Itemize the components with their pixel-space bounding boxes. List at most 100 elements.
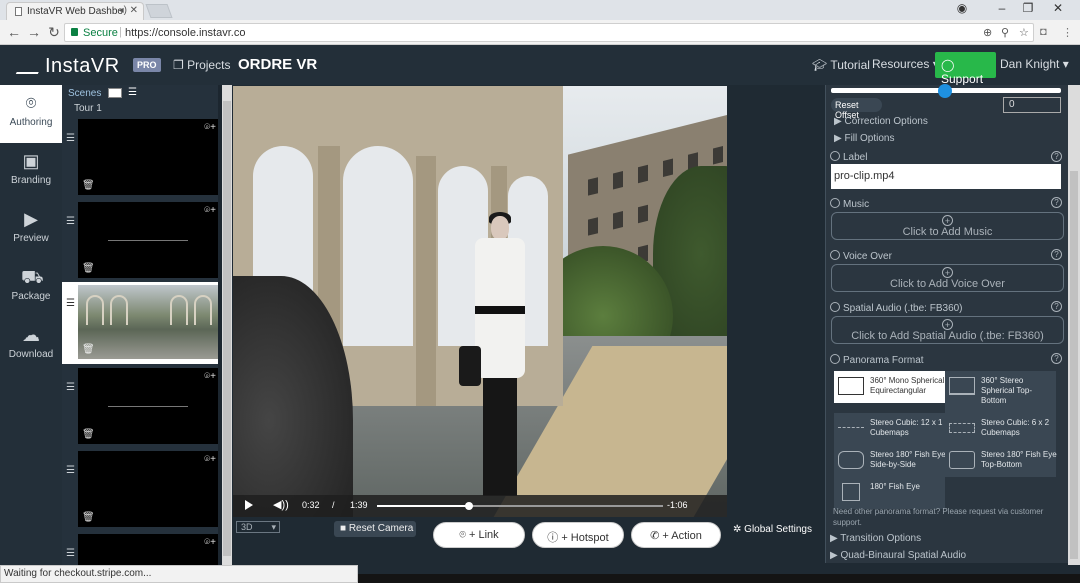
add-voice-over-button[interactable]: + Click to Add Voice Over [831, 264, 1064, 292]
drag-handle-icon[interactable]: ☰ [66, 465, 75, 476]
sidebar-item-download[interactable]: ☁ Download [0, 317, 62, 375]
url-text: https://console.instavr.co [125, 27, 246, 39]
add-hotspot-icon[interactable]: ⌾+ [204, 454, 216, 465]
pin-icon[interactable]: ⚲ [1001, 26, 1009, 39]
scene-thumbnail[interactable]: ⌾+ 🗑︎ [78, 368, 218, 444]
menu-dots-icon[interactable]: ⋮ [1062, 26, 1073, 39]
reload-icon[interactable]: ↻ [46, 24, 62, 41]
music-heading: Music [830, 198, 869, 210]
resources-dropdown[interactable]: Resources ▾ [872, 57, 939, 71]
add-hotspot-icon[interactable]: ⌾+ [204, 537, 216, 548]
panorama-view[interactable] [233, 86, 727, 517]
help-icon[interactable]: ? [1051, 301, 1062, 312]
format-option-cubic-6x2[interactable]: Stereo Cubic: 6 x 2 Cubemaps [945, 413, 1056, 445]
trash-icon[interactable]: 🗑︎ [82, 429, 95, 440]
camera-extension-icon[interactable]: ◘ [1040, 26, 1047, 38]
offset-slider-handle[interactable] [938, 84, 952, 98]
forward-icon[interactable]: → [26, 24, 42, 40]
fill-options-toggle[interactable]: ▶ Fill Options [834, 133, 894, 144]
add-action-button[interactable]: ✆ + Action [631, 522, 721, 548]
sidebar-item-branding[interactable]: ▣ Branding [0, 143, 62, 201]
instavr-logo[interactable]: InstaVR [15, 55, 120, 78]
zoom-icon[interactable]: ⊕ [983, 26, 992, 39]
format-option-fisheye-sbs[interactable]: Stereo 180° Fish Eye Side-by-Side [834, 445, 946, 477]
seek-bar[interactable] [377, 502, 663, 510]
list-view-icon[interactable]: ☰ [128, 88, 142, 98]
map-pin-icon: ⌾ [459, 529, 469, 541]
help-icon[interactable]: ? [1051, 151, 1062, 162]
fisheye-sbs-icon [838, 451, 864, 469]
new-tab-button[interactable] [145, 4, 173, 18]
scene-item[interactable]: ☰ ⌾+ 🗑︎ [62, 366, 220, 446]
scene-item-selected[interactable]: ☰ 🗑︎ [62, 282, 220, 364]
correction-options-toggle[interactable]: ▶ Correction Options [834, 116, 928, 127]
help-icon[interactable]: ? [1051, 249, 1062, 260]
url-input[interactable]: Secure | https://console.instavr.co ⊕ ⚲ … [64, 23, 1034, 42]
drag-handle-icon[interactable]: ☰ [66, 216, 75, 227]
scene-item[interactable]: ☰ ⌾+ 🗑︎ [62, 200, 220, 280]
sidebar-item-package[interactable]: ⛟ Package [0, 259, 62, 317]
add-hotspot-button[interactable]: ⓘ + Hotspot [532, 522, 624, 548]
tab-close-icon[interactable]: ✕ [130, 5, 138, 16]
scene-item[interactable]: ☰ ⌾+ 🗑︎ [62, 117, 220, 197]
browser-tab[interactable]: InstaVR Web Dashbo ◂) ✕ [6, 2, 144, 20]
play-icon[interactable] [245, 500, 253, 510]
help-icon[interactable]: ? [1051, 197, 1062, 208]
seek-handle[interactable] [464, 502, 473, 510]
add-hotspot-icon[interactable]: ⌾+ [204, 122, 216, 133]
time-separator: / [332, 500, 335, 510]
drag-handle-icon[interactable]: ☰ [66, 382, 75, 393]
reset-offset-button[interactable]: Reset Offset [831, 98, 882, 120]
add-hotspot-icon[interactable]: ⌾+ [204, 371, 216, 382]
tutorial-link[interactable]: 🎓︎ Tutorial [812, 58, 870, 72]
format-option-fisheye-180[interactable]: 180° Fish Eye [834, 477, 945, 509]
scene-thumbnail[interactable]: ⌾+ 🗑︎ [78, 202, 218, 278]
format-option-cubic-12x1[interactable]: Stereo Cubic: 12 x 1 Cubemaps [834, 413, 945, 445]
volume-icon[interactable]: ◀)) [273, 498, 289, 511]
add-link-button[interactable]: ⌾ + Link [433, 522, 525, 548]
scene-thumbnail[interactable]: ⌾+ 🗑︎ [78, 451, 218, 527]
trash-icon[interactable]: 🗑︎ [82, 263, 95, 274]
reset-camera-button[interactable]: ■ Reset Camera [334, 521, 416, 537]
help-icon[interactable]: ? [1051, 353, 1062, 364]
global-settings-button[interactable]: ✲ Global Settings [733, 524, 812, 535]
transition-options-toggle[interactable]: ▶ Transition Options [830, 533, 921, 544]
drag-handle-icon[interactable]: ☰ [66, 298, 75, 309]
trash-icon[interactable]: 🗑︎ [82, 512, 95, 523]
offset-input[interactable]: 0 [1003, 97, 1061, 113]
scene-thumbnail[interactable]: ⌾+ 🗑︎ [78, 119, 218, 195]
add-music-button[interactable]: + Click to Add Music [831, 212, 1064, 240]
spatial-audio-heading: Spatial Audio (.tbe: FB360) [830, 302, 963, 314]
format-option-stereo-tb[interactable]: 360° Stereo Spherical Top-Bottom [945, 371, 1056, 413]
label-input[interactable]: pro-clip.mp4 [831, 164, 1061, 189]
scene-item[interactable]: ☰ ⌾+ 🗑︎ [62, 449, 220, 529]
quad-binaural-toggle[interactable]: ▶ Quad-Binaural Spatial Audio [830, 550, 966, 561]
grid-view-icon[interactable] [108, 88, 122, 98]
format-option-fisheye-tb[interactable]: Stereo 180° Fish Eye Top-Bottom [945, 445, 1057, 477]
drag-handle-icon[interactable]: ☰ [66, 548, 75, 559]
panel-scrollbar[interactable] [1068, 85, 1080, 565]
add-spatial-audio-button[interactable]: + Click to Add Spatial Audio (.tbe: FB360… [831, 316, 1064, 344]
sidebar-item-preview[interactable]: ▶ Preview [0, 201, 62, 259]
mode-select[interactable]: 3D ▾ [236, 521, 280, 533]
remaining-time: -1:06 [667, 500, 688, 510]
viewer-scrollbar[interactable] [222, 85, 232, 583]
drag-handle-icon[interactable]: ☰ [66, 133, 75, 144]
scene-thumbnail-pano[interactable]: 🗑︎ [78, 285, 218, 359]
profile-icon[interactable]: ◉ [952, 1, 972, 15]
user-menu[interactable]: Dan Knight ▾ [1000, 57, 1069, 71]
maximize-icon[interactable]: ❐ [1018, 1, 1038, 15]
bookmark-star-icon[interactable]: ☆ [1019, 26, 1029, 39]
window-close-icon[interactable]: ✕ [1048, 1, 1068, 15]
trash-icon[interactable]: 🗑︎ [82, 344, 95, 355]
browser-status-bar: Waiting for checkout.stripe.com... [0, 565, 358, 583]
projects-link[interactable]: ❐ Projects [173, 58, 230, 72]
back-icon[interactable]: ← [6, 24, 22, 40]
add-hotspot-icon[interactable]: ⌾+ [204, 205, 216, 216]
support-button[interactable]: ◯ Support [935, 52, 996, 86]
minimize-icon[interactable]: – [992, 1, 1012, 15]
trash-icon[interactable]: 🗑︎ [82, 180, 95, 191]
format-option-mono-equirect[interactable]: 360° Mono Spherical Equirectangular [834, 371, 945, 403]
cloud-download-icon: ☁ [22, 325, 40, 345]
sidebar-item-authoring[interactable]: ⌾ Authoring [0, 85, 62, 143]
